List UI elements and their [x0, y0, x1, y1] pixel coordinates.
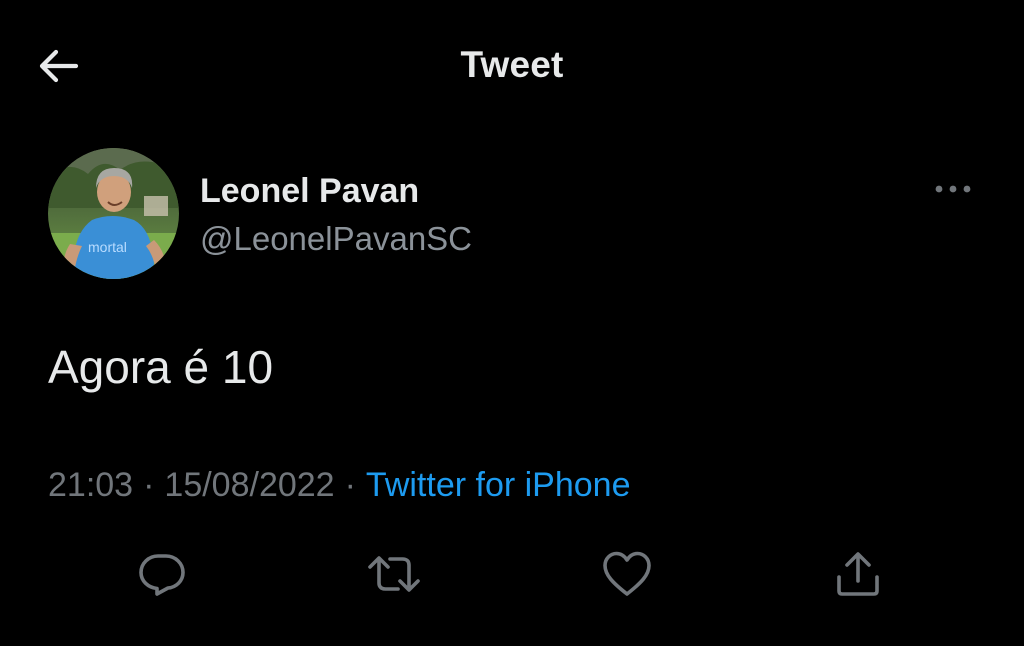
more-options-button[interactable] — [928, 174, 978, 204]
retweet-button[interactable] — [366, 546, 422, 602]
avatar[interactable]: mortal — [48, 148, 179, 279]
tweet-date: 15/08/2022 — [164, 466, 335, 504]
author-name[interactable]: Leonel Pavan — [200, 172, 419, 211]
tweet-time: 21:03 — [48, 466, 134, 504]
author-handle[interactable]: @LeonelPavanSC — [200, 220, 472, 258]
like-button[interactable] — [599, 546, 655, 602]
avatar-shirt-text: mortal — [88, 239, 127, 255]
reply-icon — [139, 554, 185, 596]
retweet-icon — [368, 556, 420, 592]
tweet-text: Agora é 10 — [48, 341, 274, 393]
share-button[interactable] — [830, 546, 886, 602]
heart-icon — [603, 551, 651, 596]
tweet-meta: 21:03 · 15/08/2022 · Twitter for iPhone — [48, 466, 630, 505]
more-horizontal-icon — [935, 185, 971, 193]
meta-separator: · — [143, 466, 155, 504]
share-icon — [837, 552, 879, 596]
avatar-photo: mortal — [48, 148, 179, 279]
page-title: Tweet — [460, 44, 564, 85]
tweet-source-link[interactable]: Twitter for iPhone — [366, 466, 631, 504]
tweet-author: mortal Leonel Pavan @LeonelPavanSC — [48, 148, 988, 280]
reply-button[interactable] — [134, 546, 190, 602]
tweet-detail-screen: Tweet mortal Leonel Pavan @LeonelPavanSC… — [0, 0, 1024, 646]
header: Tweet — [0, 0, 1024, 130]
meta-separator: · — [344, 466, 356, 504]
